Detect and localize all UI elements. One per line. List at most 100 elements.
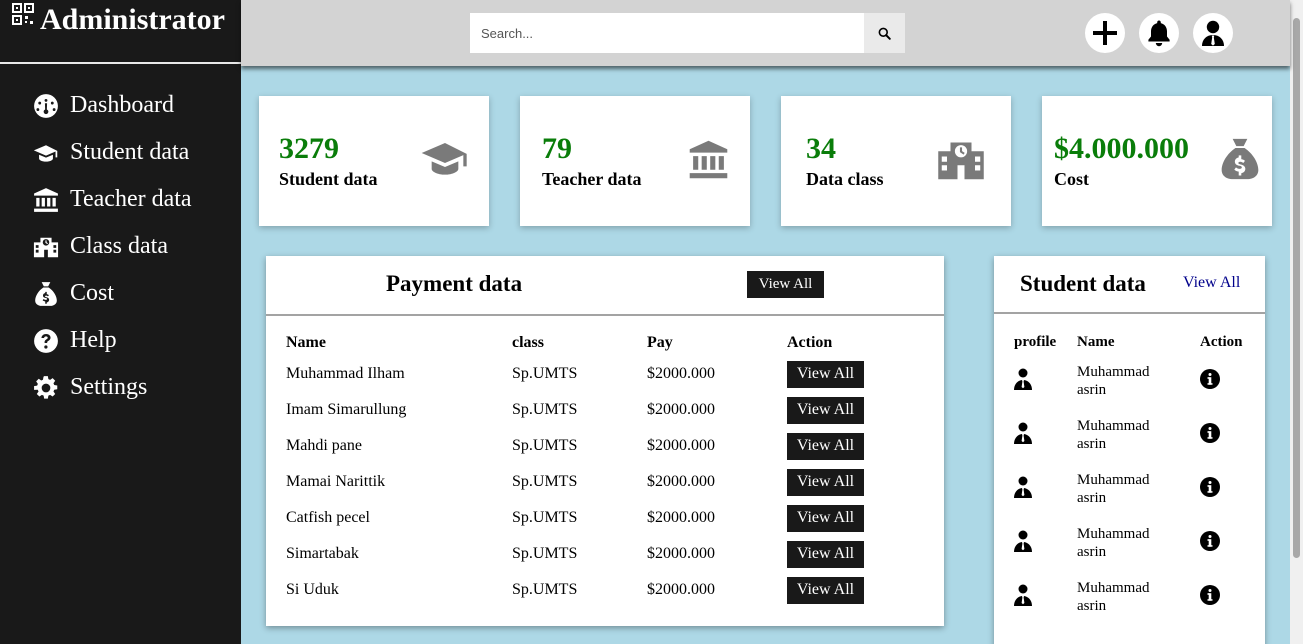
cell-pay: $2000.000: [647, 509, 715, 526]
sidebar-item-teacher-data[interactable]: Teacher data: [0, 176, 241, 223]
table-row: Muhammad asrin: [1014, 570, 1250, 624]
info-icon[interactable]: [1200, 530, 1220, 551]
user-icon: [1014, 584, 1032, 606]
row-view-all-button[interactable]: View All: [787, 504, 864, 532]
row-view-all-button[interactable]: View All: [787, 396, 864, 424]
column-header-name: Name: [286, 334, 326, 351]
graduation-cap-icon: [32, 139, 60, 167]
stat-card-classes[interactable]: 34 Data class: [781, 96, 1011, 226]
column-header-profile: profile: [1014, 334, 1057, 350]
stat-value: 3279: [279, 132, 339, 165]
info-icon[interactable]: [1200, 584, 1220, 605]
scrollbar-thumb[interactable]: [1293, 18, 1300, 558]
bank-icon: [32, 186, 60, 214]
search-icon: [878, 27, 891, 40]
bell-icon: [1148, 20, 1170, 47]
cell-action: [1200, 354, 1250, 408]
page-scrollbar[interactable]: [1290, 0, 1303, 644]
money-bag-icon: [32, 280, 60, 308]
row-view-all-button[interactable]: View All: [787, 360, 864, 388]
cell-profile: [1014, 570, 1077, 624]
user-icon: [1202, 20, 1224, 46]
sidebar-item-label: Teacher data: [70, 186, 192, 212]
money-bag-icon: [1218, 136, 1262, 187]
sidebar-item-cost[interactable]: Cost: [0, 270, 241, 317]
user-icon: [1014, 368, 1032, 390]
name-first: Muhammad: [1077, 418, 1150, 434]
bank-icon: [687, 139, 730, 185]
gear-icon: [32, 374, 60, 402]
row-view-all-button[interactable]: View All: [787, 432, 864, 460]
table-row: Mamai Narittik Sp.UMTS $2000.000 View Al…: [286, 464, 887, 500]
cell-pay: $2000.000: [647, 437, 715, 454]
user-icon: [1014, 476, 1032, 498]
school-icon: [935, 139, 987, 186]
add-button[interactable]: [1085, 13, 1125, 53]
student-table: profile Name Action Muhammad asrin Muhamm…: [1014, 334, 1250, 624]
sidebar: Administrator Dashboard Student data Tea…: [0, 0, 241, 644]
cell-pay: $2000.000: [647, 581, 715, 598]
info-icon[interactable]: [1200, 368, 1220, 389]
cell-name: Catfish pecel: [286, 509, 370, 526]
sidebar-item-label: Settings: [70, 374, 148, 400]
column-header-action: Action: [787, 334, 833, 351]
cell-profile: [1014, 462, 1077, 516]
cell-pay: $2000.000: [647, 401, 715, 418]
info-icon[interactable]: [1200, 476, 1220, 497]
cell-name: Muhammad asrin: [1077, 408, 1200, 462]
cell-name: Muhammad asrin: [1077, 462, 1200, 516]
payment-view-all-button[interactable]: View All: [747, 271, 824, 298]
cell-class: Sp.UMTS: [512, 545, 578, 562]
stat-card-cost[interactable]: $4.000.000 Cost: [1042, 96, 1272, 226]
search-bar: [470, 13, 905, 53]
stat-card-teachers[interactable]: 79 Teacher data: [520, 96, 750, 226]
sidebar-item-label: Cost: [70, 280, 115, 306]
topbar: [241, 0, 1290, 66]
sidebar-item-student-data[interactable]: Student data: [0, 129, 241, 176]
sidebar-item-label: Help: [70, 327, 117, 353]
profile-button[interactable]: [1193, 13, 1233, 53]
sidebar-item-label: Dashboard: [70, 92, 174, 118]
help-icon: [32, 327, 60, 355]
name-last: asrin: [1077, 436, 1107, 452]
cell-action: [1200, 408, 1250, 462]
table-row: Mahdi pane Sp.UMTS $2000.000 View All: [286, 428, 887, 464]
table-row: Muhammad asrin: [1014, 408, 1250, 462]
sidebar-item-help[interactable]: Help: [0, 317, 241, 364]
search-button[interactable]: [864, 13, 905, 53]
payment-table: Name class Pay Action Muhammad Ilham Sp.…: [286, 334, 887, 608]
name-first: Muhammad: [1077, 364, 1150, 380]
cell-name: Muhammad asrin: [1077, 354, 1200, 408]
table-row: Muhammad Ilham Sp.UMTS $2000.000 View Al…: [286, 356, 887, 392]
info-icon[interactable]: [1200, 422, 1220, 443]
student-panel-header: Student data View All: [994, 256, 1265, 314]
search-input[interactable]: [470, 13, 864, 53]
stat-label: Data class: [806, 169, 884, 189]
cell-name: Imam Simarullung: [286, 401, 407, 418]
qr-logo-icon: [12, 3, 34, 25]
graduation-cap-icon: [419, 138, 471, 183]
name-first: Muhammad: [1077, 472, 1150, 488]
cell-name: Muhammad asrin: [1077, 516, 1200, 570]
stat-label: Cost: [1054, 169, 1089, 189]
payment-panel-header: Payment data View All: [266, 256, 944, 316]
stat-card-students[interactable]: 3279 Student data: [259, 96, 489, 226]
cell-name: Muhammad asrin: [1077, 570, 1200, 624]
sidebar-item-dashboard[interactable]: Dashboard: [0, 82, 241, 129]
student-view-all-link[interactable]: View All: [1183, 274, 1240, 292]
sidebar-item-settings[interactable]: Settings: [0, 364, 241, 411]
row-view-all-button[interactable]: View All: [787, 468, 864, 496]
stat-value: $4.000.000: [1054, 132, 1189, 165]
row-view-all-button[interactable]: View All: [787, 540, 864, 568]
school-icon: [32, 233, 60, 261]
cell-action: View All: [787, 500, 887, 536]
cell-pay: $2000.000: [647, 545, 715, 562]
cell-class: Sp.UMTS: [512, 473, 578, 490]
row-view-all-button[interactable]: View All: [787, 576, 864, 604]
sidebar-item-class-data[interactable]: Class data: [0, 223, 241, 270]
app-title: Administrator: [40, 3, 225, 36]
name-first: Muhammad: [1077, 580, 1150, 596]
column-header-name: Name: [1077, 334, 1115, 350]
cell-name: Muhammad Ilham: [286, 365, 405, 382]
notifications-button[interactable]: [1139, 13, 1179, 53]
